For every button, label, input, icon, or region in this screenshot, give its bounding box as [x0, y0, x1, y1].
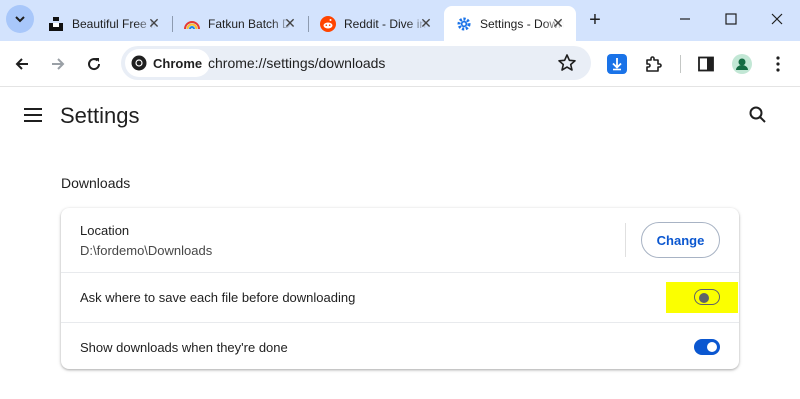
- minimize-button[interactable]: [662, 0, 708, 38]
- ask-where-row[interactable]: Ask where to save each file before downl…: [61, 272, 739, 322]
- tab-strip: Beautiful Free Images ✕ Fatkun Batch Dow…: [0, 0, 800, 41]
- avatar-icon: [732, 54, 752, 74]
- toggle-knob: [699, 293, 709, 303]
- chevron-down-icon: [15, 16, 25, 23]
- chip-label: Chrome: [153, 55, 203, 71]
- maximize-button[interactable]: [708, 0, 754, 38]
- maximize-icon: [725, 13, 737, 25]
- chrome-logo-icon: [131, 55, 147, 71]
- reload-icon: [88, 58, 101, 71]
- window-close-button[interactable]: [754, 0, 800, 38]
- tab-settings[interactable]: Settings - Downloads ✕: [444, 6, 576, 41]
- toolbar-separator: [680, 55, 681, 73]
- back-button[interactable]: [8, 50, 36, 78]
- unsplash-icon: [48, 16, 64, 32]
- bookmark-star-icon[interactable]: [557, 53, 577, 73]
- ask-where-label: Ask where to save each file before downl…: [80, 290, 356, 305]
- extensions-button[interactable]: [641, 52, 665, 76]
- ask-where-toggle[interactable]: [694, 289, 720, 305]
- tab-title: Reddit - Dive into anything: [344, 16, 428, 31]
- tab-title: Fatkun Batch Download: [208, 16, 292, 31]
- close-icon[interactable]: ✕: [418, 15, 434, 31]
- show-downloads-row[interactable]: Show downloads when they're done: [61, 322, 739, 369]
- url-text[interactable]: chrome://settings/downloads: [208, 55, 385, 71]
- reload-button[interactable]: [80, 50, 108, 78]
- tab-beautiful-free-images[interactable]: Beautiful Free Images ✕: [36, 6, 173, 41]
- section-title: Downloads: [61, 175, 131, 191]
- row-separator: [625, 223, 626, 257]
- gear-icon: [456, 16, 472, 32]
- forward-button[interactable]: [44, 50, 72, 78]
- back-arrow-icon: [15, 58, 28, 70]
- browser-toolbar: Chrome chrome://settings/downloads: [0, 41, 800, 87]
- address-bar[interactable]: Chrome chrome://settings/downloads: [121, 46, 591, 80]
- tab-reddit[interactable]: Reddit - Dive into anything ✕: [308, 6, 444, 41]
- download-icon: [607, 54, 627, 74]
- location-path: D:\fordemo\Downloads: [80, 243, 213, 258]
- side-panel-icon: [698, 56, 714, 72]
- new-tab-button[interactable]: +: [583, 8, 607, 32]
- search-icon[interactable]: [748, 105, 768, 125]
- profile-button[interactable]: [730, 52, 754, 76]
- page-title: Settings: [60, 103, 140, 128]
- downloads-card: Location D:\fordemo\Downloads Change Ask…: [61, 208, 739, 369]
- site-info-chip[interactable]: Chrome: [125, 49, 211, 77]
- minimize-icon: [680, 18, 690, 20]
- close-icon[interactable]: ✕: [146, 15, 162, 31]
- location-label: Location: [80, 223, 130, 238]
- downloads-button[interactable]: [605, 52, 629, 76]
- side-panel-button[interactable]: [694, 52, 718, 76]
- toggle-knob: [707, 342, 717, 352]
- show-downloads-toggle[interactable]: [694, 339, 720, 355]
- close-icon: [771, 13, 783, 25]
- reddit-icon: [320, 15, 336, 32]
- tab-search-button[interactable]: [6, 5, 34, 33]
- change-button[interactable]: Change: [641, 222, 720, 258]
- plus-icon: +: [589, 8, 601, 31]
- puzzle-icon: [646, 56, 662, 72]
- chrome-menu-button[interactable]: [766, 52, 790, 76]
- tab-fatkun-batch[interactable]: Fatkun Batch Download ✕: [172, 6, 309, 41]
- close-icon[interactable]: ✕: [282, 15, 298, 31]
- menu-icon[interactable]: [24, 106, 44, 124]
- tab-title: Beautiful Free Images: [72, 16, 156, 31]
- forward-arrow-icon: [52, 58, 65, 70]
- location-row: Location D:\fordemo\Downloads Change: [61, 208, 739, 272]
- rainbow-icon: [184, 16, 200, 32]
- more-vert-icon: [776, 56, 780, 72]
- show-downloads-label: Show downloads when they're done: [80, 340, 288, 355]
- close-icon[interactable]: ✕: [550, 15, 566, 31]
